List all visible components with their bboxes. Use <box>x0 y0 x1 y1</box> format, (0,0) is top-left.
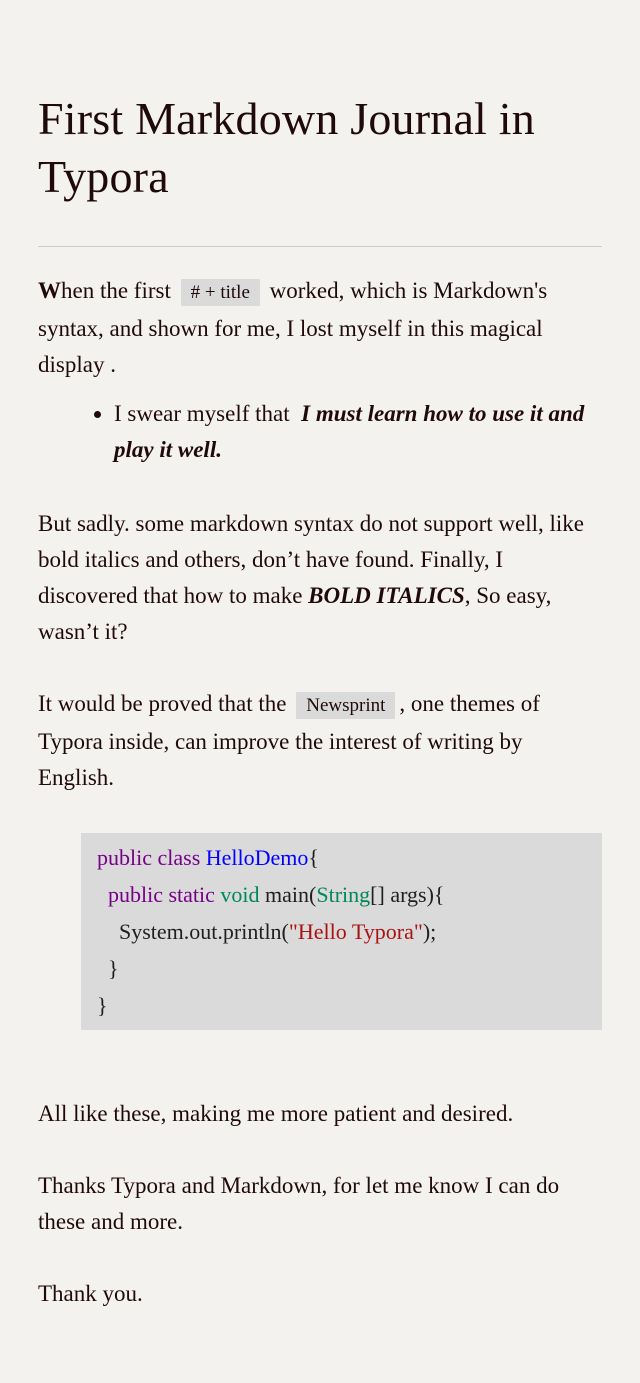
code-method: main( <box>265 882 317 907</box>
code-punct: ); <box>422 919 437 944</box>
code-type: void <box>220 882 260 907</box>
code-punct: [] args){ <box>370 882 445 907</box>
paragraph-theme: It would be proved that the Newsprint, o… <box>38 686 602 796</box>
para3-text-start: It would be proved that the <box>38 691 287 716</box>
intro-text-start: hen the first <box>61 278 171 303</box>
paragraph-bold-italics: But sadly. some markdown syntax do not s… <box>38 506 602 650</box>
code-class-name: HelloDemo <box>205 845 309 870</box>
bold-italics-text: BOLD ITALICS <box>308 583 465 608</box>
code-type: String <box>316 882 371 907</box>
code-line-5: } <box>97 993 108 1018</box>
code-line-1: public class HelloDemo{ <box>97 839 586 876</box>
code-punct: { <box>308 845 319 870</box>
paragraph-intro: When the first # + title worked, which i… <box>38 273 602 383</box>
bullet-text: I swear myself that <box>114 401 290 426</box>
code-line-3: System.out.println("Hello Typora"); <box>97 913 586 950</box>
list-item: I swear myself that I must learn how to … <box>114 396 602 468</box>
code-string: "Hello Typora" <box>288 919 423 944</box>
code-keyword: public class <box>97 845 201 870</box>
bullet-list: I swear myself that I must learn how to … <box>38 396 602 468</box>
paragraph-thank-you: Thank you. <box>38 1281 143 1306</box>
code-block: public class HelloDemo{ public static vo… <box>81 833 602 1030</box>
code-call: System.out.println( <box>119 919 289 944</box>
code-line-4: } <box>97 956 119 981</box>
document: First Markdown Journal in Typora When th… <box>0 0 640 1312</box>
inline-code-title: # + title <box>180 279 260 306</box>
document-title: First Markdown Journal in Typora <box>38 0 602 247</box>
paragraph-thanks: Thanks Typora and Markdown, for let me k… <box>38 1173 560 1234</box>
code-keyword: public static <box>108 882 215 907</box>
code-line-2: public static void main(String[] args){ <box>97 876 586 913</box>
inline-code-newsprint: Newsprint <box>296 692 396 719</box>
drop-letter: W <box>38 278 61 303</box>
paragraph-patient: All like these, making me more patient a… <box>38 1101 514 1126</box>
